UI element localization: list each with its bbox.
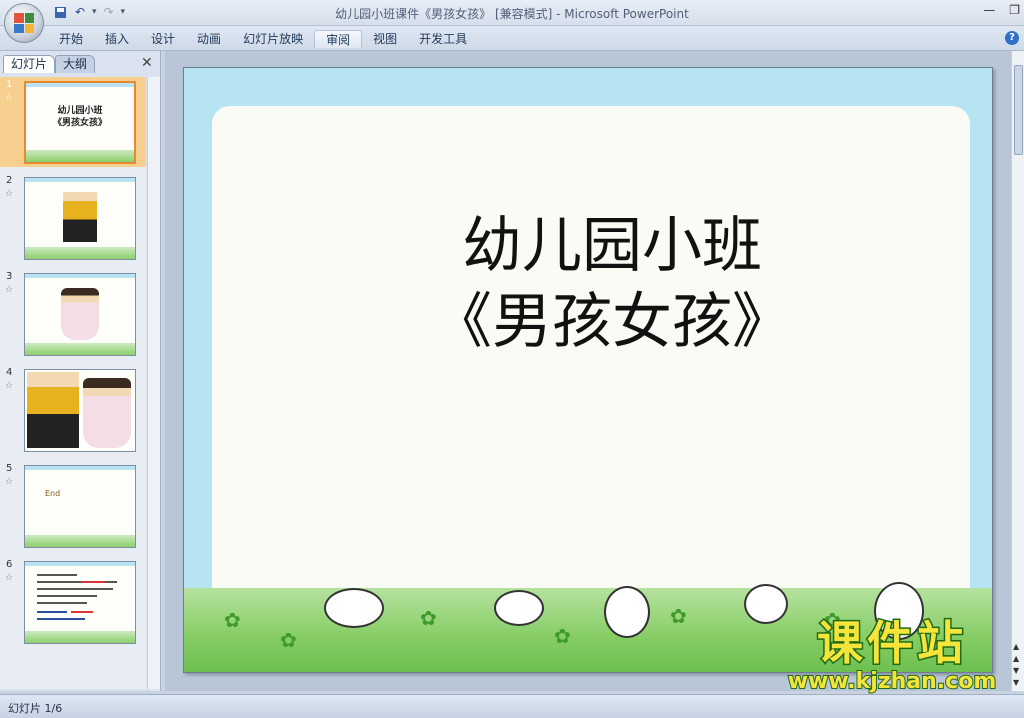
mini-sky — [26, 83, 134, 87]
mini-sky — [25, 178, 135, 182]
animation-star-icon: ☆ — [5, 477, 14, 487]
cartoon-critter — [604, 586, 650, 638]
tab-animations[interactable]: 动画 — [186, 30, 232, 48]
slide-editor: 幼儿园小班 《男孩女孩》 ✿ ✿ ✿ ✿ ✿ ✿ ▲ ▲ ▼ ▼ — [165, 51, 1024, 691]
boy-photo — [27, 372, 79, 448]
editor-scrollbar[interactable]: ▲ ▲ ▼ ▼ — [1011, 51, 1024, 691]
animation-star-icon: ☆ — [5, 285, 14, 295]
slide-number: 1 — [6, 79, 13, 90]
thumbnail-text-lines — [37, 574, 117, 620]
office-logo-icon — [14, 13, 34, 33]
status-bar: 幻灯片 1/6 — [0, 694, 1024, 718]
tab-outline[interactable]: 大纲 — [55, 55, 96, 73]
watermark-url: www.kjzhan.com — [787, 669, 998, 695]
slide-thumbnail[interactable] — [24, 369, 136, 452]
thumbnail-scrollbar[interactable] — [147, 77, 160, 689]
current-slide[interactable]: 幼儿园小班 《男孩女孩》 ✿ ✿ ✿ ✿ ✿ ✿ — [183, 67, 993, 673]
cartoon-critter — [494, 590, 544, 626]
thumbnail-title: 幼儿园小班 《男孩女孩》 — [26, 105, 134, 129]
mini-sky — [25, 466, 135, 470]
scrollbar-thumb[interactable] — [1014, 65, 1023, 155]
thumbnail-list: 1 ☆ 幼儿园小班 《男孩女孩》 2 ☆ 3 ☆ 4 ☆ 5 ☆ End 6 ☆ — [0, 77, 146, 689]
minimize-icon[interactable]: — — [983, 3, 995, 17]
mini-grass — [25, 631, 135, 643]
thumbnail-item[interactable]: 3 ☆ — [0, 269, 146, 359]
animation-star-icon: ☆ — [5, 573, 14, 583]
tab-slides[interactable]: 幻灯片 — [3, 55, 56, 73]
help-icon[interactable]: ? — [1005, 31, 1019, 45]
flower-icon: ✿ — [224, 608, 241, 632]
ribbon: 开始 插入 设计 动画 幻灯片放映 审阅 视图 开发工具 ? — [0, 26, 1024, 51]
close-icon[interactable]: ✕ — [141, 55, 153, 71]
thumbnail-title-line2: 《男孩女孩》 — [52, 118, 107, 128]
mini-grass — [25, 247, 135, 259]
animation-star-icon: ☆ — [5, 189, 14, 199]
window-title: 幼儿园小班课件《男孩女孩》 [兼容模式] - Microsoft PowerPo… — [335, 7, 689, 21]
mini-grass — [25, 343, 135, 355]
slide-title-line1: 幼儿园小班 — [462, 211, 762, 281]
watermark-logo: 课件站 www.kjzhan.com — [776, 615, 1008, 695]
slide-title-line2: 《男孩女孩》 — [432, 287, 792, 357]
tab-insert[interactable]: 插入 — [94, 30, 140, 48]
flower-icon: ✿ — [670, 604, 687, 628]
title-bar: ↶ ▾ ↷ ▾ 幼儿园小班课件《男孩女孩》 [兼容模式] - Microsoft… — [0, 0, 1024, 43]
slide-number: 4 — [6, 367, 13, 378]
thumbnail-end-text: End — [45, 489, 61, 498]
tab-slide-show[interactable]: 幻灯片放映 — [232, 30, 314, 48]
animation-star-icon: ☆ — [5, 93, 14, 103]
window-controls: — ❐ — [983, 3, 1020, 17]
girl-photo — [83, 378, 131, 448]
slide-number: 6 — [6, 559, 13, 570]
slide-thumbnail[interactable]: End — [24, 465, 136, 548]
slide-number: 2 — [6, 175, 13, 186]
slide-indicator: 幻灯片 1/6 — [8, 702, 63, 715]
thumbnail-item[interactable]: 5 ☆ End — [0, 461, 146, 551]
slide-number: 3 — [6, 271, 13, 282]
boy-photo — [63, 192, 97, 242]
girl-photo — [61, 288, 99, 340]
ribbon-tabs: 开始 插入 设计 动画 幻灯片放映 审阅 视图 开发工具 — [48, 30, 478, 48]
mini-grass — [26, 150, 134, 162]
flower-icon: ✿ — [554, 624, 571, 648]
tab-design[interactable]: 设计 — [140, 30, 186, 48]
slide-thumbnail[interactable] — [24, 561, 136, 644]
panel-tabs: 幻灯片 大纲 — [3, 55, 96, 73]
prev-next-slide-buttons[interactable]: ▲ ▲ ▼ ▼ — [1013, 641, 1019, 689]
slide-thumbnail[interactable] — [24, 273, 136, 356]
slide-thumbnail[interactable] — [24, 177, 136, 260]
tab-view[interactable]: 视图 — [362, 30, 408, 48]
mini-grass — [25, 535, 135, 547]
slide-title[interactable]: 幼儿园小班 《男孩女孩》 — [382, 208, 842, 360]
thumbnail-title-line1: 幼儿园小班 — [57, 106, 103, 116]
slides-panel: 幻灯片 大纲 ✕ 1 ☆ 幼儿园小班 《男孩女孩》 2 ☆ 3 ☆ 4 ☆ 5 … — [0, 51, 161, 691]
office-button[interactable] — [4, 3, 44, 43]
tab-home[interactable]: 开始 — [48, 30, 94, 48]
cartoon-critter — [324, 588, 384, 628]
mini-sky — [25, 274, 135, 278]
slide-thumbnail[interactable]: 幼儿园小班 《男孩女孩》 — [24, 81, 136, 164]
watermark-main: 课件站 — [816, 615, 967, 672]
thumbnail-item[interactable]: 4 ☆ — [0, 365, 146, 455]
thumbnail-item[interactable]: 2 ☆ — [0, 173, 146, 263]
animation-star-icon: ☆ — [5, 381, 14, 391]
thumbnail-item[interactable]: 6 ☆ — [0, 557, 146, 647]
thumbnail-item[interactable]: 1 ☆ 幼儿园小班 《男孩女孩》 — [0, 77, 146, 167]
restore-icon[interactable]: ❐ — [1009, 3, 1020, 17]
slide-number: 5 — [6, 463, 13, 474]
mini-sky — [25, 562, 135, 566]
flower-icon: ✿ — [420, 606, 437, 630]
tab-developer[interactable]: 开发工具 — [408, 30, 478, 48]
tab-review[interactable]: 审阅 — [314, 30, 363, 48]
flower-icon: ✿ — [280, 628, 297, 652]
